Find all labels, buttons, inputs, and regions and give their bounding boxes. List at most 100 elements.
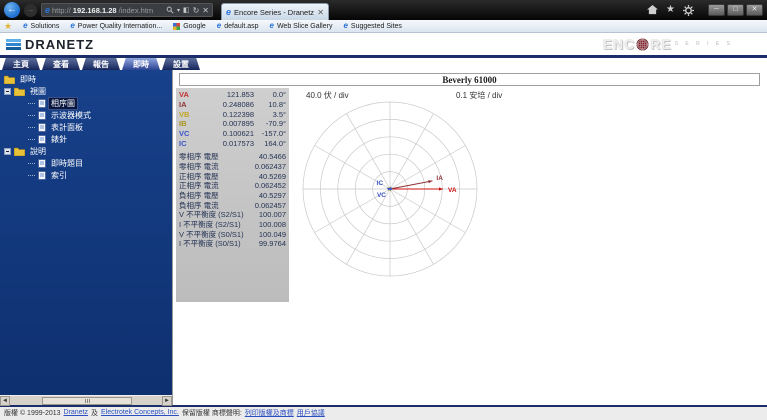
favorite-label: Suggested Sites xyxy=(351,23,402,30)
scroll-left-arrow[interactable]: ◄ xyxy=(0,396,10,406)
scroll-right-arrow[interactable]: ► xyxy=(162,396,172,406)
sequence-table-row: 負相序 電流0.062457 xyxy=(179,200,286,210)
nav-tab-主頁[interactable]: 主頁 xyxy=(2,58,40,70)
favorite-item[interactable]: eWeb Slice Gallery xyxy=(270,22,333,30)
sidebar-item-leaf[interactable]: 即時題目 xyxy=(28,157,172,169)
phasor-diagram: VAIAVCIC xyxy=(300,99,480,279)
page-icon xyxy=(38,111,46,120)
folder-icon xyxy=(14,87,25,96)
sequence-value: 100.049 xyxy=(250,230,286,239)
phasor-label-VC: VC xyxy=(377,192,386,199)
phasor-magnitude: 0.007895 xyxy=(195,119,254,128)
sequence-table-row: V 不平衡度 (S2/S1)100.007 xyxy=(179,209,286,219)
favorite-item[interactable]: edefault.asp xyxy=(217,22,259,30)
tree-connector xyxy=(28,103,35,104)
maximize-button[interactable]: □ xyxy=(727,4,744,16)
phasor-label: IA xyxy=(179,100,195,109)
phasor-label: VB xyxy=(179,110,195,119)
phasor-magnitude: 0.100621 xyxy=(195,129,254,138)
favorites-star-icon[interactable]: ★ xyxy=(666,5,675,15)
sequence-label: I 不平衡度 (S0/S1) xyxy=(179,238,250,249)
footer-link[interactable]: Electrotek Concepts, Inc. xyxy=(101,409,179,416)
stop-icon[interactable]: ✕ xyxy=(202,6,209,15)
phasor-magnitude: 0.017573 xyxy=(195,139,254,148)
sequence-value: 0.062452 xyxy=(250,181,286,190)
sidebar-horizontal-scrollbar[interactable]: ◄ ► xyxy=(0,395,172,405)
tree-connector xyxy=(28,127,35,128)
polar-grid-spoke xyxy=(390,189,434,264)
tree-connector xyxy=(28,115,35,116)
phasor-angle: 164.0° xyxy=(254,139,286,148)
tree-connector xyxy=(28,139,35,140)
phasor-label: IB xyxy=(179,119,195,128)
sidebar-item-label: 說明 xyxy=(28,146,48,157)
home-icon[interactable] xyxy=(647,5,658,15)
scrollbar-thumb[interactable] xyxy=(42,397,132,405)
search-icon[interactable] xyxy=(166,6,174,14)
compatibility-icon[interactable]: ◧ xyxy=(183,6,190,14)
sequence-table-row: 正相序 電壓40.5269 xyxy=(179,171,286,181)
sidebar-item-label: 索引 xyxy=(49,170,69,181)
tools-gear-icon[interactable] xyxy=(683,5,694,16)
sequence-table-row: 零相序 電流0.062437 xyxy=(179,161,286,171)
sidebar-item-group[interactable]: 說明 xyxy=(4,145,172,157)
tree-connector xyxy=(28,175,35,176)
phasor-angle: -70.9° xyxy=(254,119,286,128)
sidebar-item-label: 視圖 xyxy=(28,86,48,97)
sequence-table-row: I 不平衡度 (S0/S1)99.9764 xyxy=(179,238,286,248)
sidebar-item-label: 即時題目 xyxy=(49,158,85,169)
footer-link[interactable]: 用戶協議 xyxy=(297,408,325,418)
sidebar-item-leaf[interactable]: 示波器模式 xyxy=(28,109,172,121)
measurement-table: VA121.8530.0°IA0.24808610.8°VB0.1223983.… xyxy=(176,88,289,302)
phasor-table-row: VB0.1223983.5° xyxy=(179,109,286,119)
sequence-table-row: 負相序 電壓40.5297 xyxy=(179,190,286,200)
favorite-item[interactable]: eSolutions xyxy=(23,22,59,30)
nav-tab-查看[interactable]: 查看 xyxy=(42,58,80,70)
add-favorite-star-icon[interactable]: ★ xyxy=(4,22,12,31)
sidebar-item-leaf[interactable]: 相序圖 xyxy=(28,97,172,109)
folder-icon xyxy=(14,147,25,156)
close-button[interactable]: ✕ xyxy=(746,4,763,16)
folder-icon xyxy=(4,75,15,84)
favorite-label: Google xyxy=(183,23,206,30)
address-bar[interactable]: e http://192.168.1.28/index.htm ▾ ◧ ↻ ✕ xyxy=(41,3,213,17)
sequence-value: 99.9764 xyxy=(250,239,286,248)
footer-text: 保留版權 商標聲明: xyxy=(182,408,242,418)
copyright-footer: 版權 © 1999-2013Dranetz及Electrotek Concept… xyxy=(0,405,767,420)
favorite-item[interactable]: ePower Quality Internation... xyxy=(70,22,162,30)
refresh-icon[interactable]: ↻ xyxy=(193,6,200,15)
footer-text: 及 xyxy=(91,408,98,418)
page-icon xyxy=(38,135,46,144)
polar-grid-spoke xyxy=(390,114,434,189)
dranetz-logo: DRANETZ xyxy=(6,37,94,52)
webpage-icon: e xyxy=(70,22,74,30)
search-dropdown-icon[interactable]: ▾ xyxy=(177,7,180,14)
back-button[interactable]: ← xyxy=(4,2,20,18)
sidebar-item-leaf[interactable]: 錶針 xyxy=(28,133,172,145)
webpage-icon: e xyxy=(270,22,274,30)
phasor-table-row: IA0.24808610.8° xyxy=(179,100,286,110)
sidebar-item-leaf[interactable]: 表計面板 xyxy=(28,121,172,133)
sidebar-item-root[interactable]: 即時 xyxy=(4,73,172,85)
forward-button[interactable]: → xyxy=(24,4,37,17)
favorite-item[interactable]: eSuggested Sites xyxy=(343,22,401,30)
browser-tab[interactable]: e Encore Series - Dranetz ✕ xyxy=(221,3,329,20)
favorite-label: default.asp xyxy=(224,23,258,30)
footer-link[interactable]: Dranetz xyxy=(64,409,89,416)
webpage-icon: e xyxy=(217,22,221,30)
collapse-box-icon[interactable] xyxy=(4,88,11,95)
encore-logo: ENC RE S E R I E S xyxy=(603,36,733,52)
page-icon xyxy=(38,99,46,108)
sequence-value: 40.5466 xyxy=(250,152,286,161)
minimize-button[interactable]: ─ xyxy=(708,4,725,16)
nav-tab-報告[interactable]: 報告 xyxy=(82,58,120,70)
dranetz-logo-icon xyxy=(6,39,21,50)
sidebar-item-group[interactable]: 視圖 xyxy=(4,85,172,97)
footer-link[interactable]: 列印版權及商標 xyxy=(245,408,294,418)
collapse-box-icon[interactable] xyxy=(4,148,11,155)
favorite-item[interactable]: Google xyxy=(173,22,206,30)
nav-tab-設置[interactable]: 設置 xyxy=(162,58,200,70)
sidebar-item-leaf[interactable]: 索引 xyxy=(28,169,172,181)
tab-close-icon[interactable]: ✕ xyxy=(317,8,324,17)
nav-tab-即時[interactable]: 即時 xyxy=(122,58,160,70)
